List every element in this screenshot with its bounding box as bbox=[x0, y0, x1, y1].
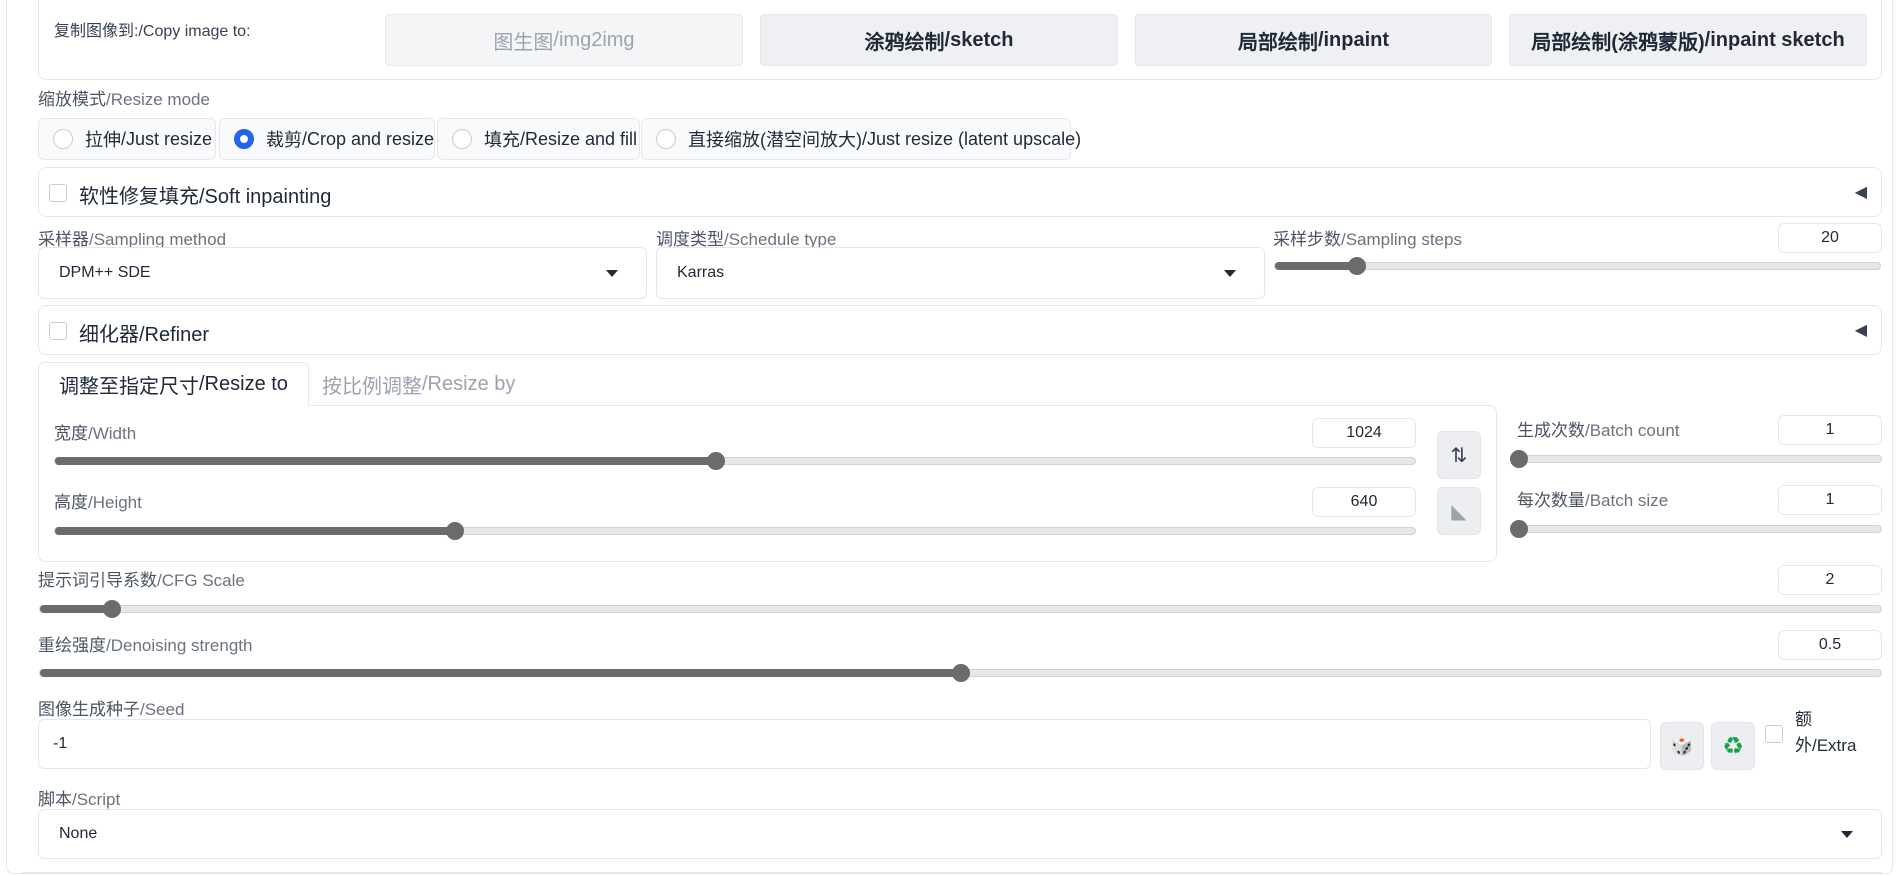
swap-arrows-icon: ⇅ bbox=[1450, 444, 1468, 467]
slider-thumb[interactable] bbox=[102, 600, 121, 618]
denoising-strength-label: 重绘强度/Denoising strength bbox=[38, 636, 253, 655]
slider-thumb[interactable] bbox=[951, 664, 970, 682]
copy-to-img2img-button[interactable]: 图生图/img2img bbox=[385, 14, 743, 66]
schedule-type-dropdown[interactable]: Karras bbox=[656, 247, 1265, 299]
width-slider[interactable] bbox=[54, 452, 1416, 470]
soft-inpainting-checkbox[interactable] bbox=[49, 184, 67, 202]
resize-mode-label: 缩放模式/Resize mode bbox=[38, 90, 210, 109]
sampling-method-dropdown[interactable]: DPM++ SDE bbox=[38, 247, 647, 299]
batch-count-input[interactable]: 1 bbox=[1778, 415, 1882, 445]
height-input[interactable]: 640 bbox=[1312, 487, 1416, 517]
slider-fill bbox=[55, 457, 716, 465]
width-label: 宽度/Width bbox=[54, 424, 137, 443]
copy-to-sketch-button[interactable]: 涂鸦绘制/sketch bbox=[760, 14, 1118, 66]
seed-input[interactable]: -1 bbox=[38, 719, 1651, 769]
slider-thumb[interactable] bbox=[1510, 520, 1528, 538]
radio-button[interactable] bbox=[656, 129, 676, 149]
slider-thumb[interactable] bbox=[1510, 450, 1528, 468]
slider-thumb[interactable] bbox=[1347, 257, 1366, 275]
resize-mode-crop-and-resize[interactable]: 裁剪/Crop and resize bbox=[219, 118, 435, 160]
slider-thumb[interactable] bbox=[706, 452, 725, 470]
sampling-steps-input[interactable]: 20 bbox=[1778, 223, 1882, 253]
cfg-scale-label: 提示词引导系数/CFG Scale bbox=[38, 571, 245, 590]
sampling-steps-label: 采样步数/Sampling steps bbox=[1273, 230, 1462, 249]
script-label: 脚本/Script bbox=[38, 790, 121, 809]
extra-seed-checkbox[interactable] bbox=[1765, 725, 1783, 743]
recycle-icon: ♻ bbox=[1722, 732, 1744, 760]
copy-image-label: 复制图像到:/Copy image to: bbox=[54, 23, 251, 40]
bottom-frame-line bbox=[22, 872, 1882, 873]
triangle-ruler-icon: ◣ bbox=[1451, 500, 1467, 523]
refiner-checkbox[interactable] bbox=[49, 322, 67, 340]
batch-size-slider[interactable] bbox=[1510, 520, 1882, 538]
cfg-scale-input[interactable]: 2 bbox=[1778, 565, 1882, 595]
sampling-steps-slider[interactable] bbox=[1274, 257, 1881, 275]
slider-fill bbox=[40, 605, 112, 613]
batch-count-slider[interactable] bbox=[1510, 450, 1882, 468]
chevron-down-icon bbox=[1841, 831, 1853, 838]
refiner-accordion[interactable]: 细化器/Refiner ◀ bbox=[38, 305, 1882, 355]
extra-seed-label: 额 外/Extra bbox=[1795, 710, 1857, 755]
reuse-seed-button[interactable]: ♻ bbox=[1711, 722, 1755, 770]
height-slider[interactable] bbox=[54, 522, 1416, 540]
radio-button[interactable] bbox=[53, 129, 73, 149]
chevron-down-icon bbox=[606, 270, 618, 277]
aspect-ratio-button[interactable]: ◣ bbox=[1437, 487, 1481, 535]
denoising-strength-input[interactable]: 0.5 bbox=[1778, 630, 1882, 660]
tab-resize-by[interactable]: 按比例调整/Resize by bbox=[302, 362, 535, 406]
collapse-arrow-icon[interactable]: ◀ bbox=[1855, 182, 1867, 202]
resize-tab-panel bbox=[38, 405, 1497, 562]
resize-mode-latent-upscale[interactable]: 直接缩放(潜空间放大)/Just resize (latent upscale) bbox=[641, 118, 1081, 160]
batch-size-input[interactable]: 1 bbox=[1778, 485, 1882, 515]
batch-count-label: 生成次数/Batch count bbox=[1517, 421, 1680, 440]
chevron-down-icon bbox=[1224, 270, 1236, 277]
denoising-strength-slider[interactable] bbox=[39, 664, 1882, 682]
resize-mode-just-resize[interactable]: 拉伸/Just resize bbox=[38, 118, 216, 160]
width-input[interactable]: 1024 bbox=[1312, 418, 1416, 448]
slider-fill bbox=[1275, 262, 1357, 270]
height-label: 高度/Height bbox=[54, 493, 142, 512]
soft-inpainting-label: 软性修复填充/Soft inpainting bbox=[79, 186, 332, 208]
seed-label: 图像生成种子/Seed bbox=[38, 700, 185, 719]
batch-size-label: 每次数量/Batch size bbox=[1517, 491, 1669, 510]
refiner-label: 细化器/Refiner bbox=[79, 324, 210, 346]
copy-to-inpaint-button[interactable]: 局部绘制/inpaint bbox=[1135, 14, 1492, 66]
script-dropdown[interactable]: None bbox=[38, 809, 1882, 859]
soft-inpainting-accordion[interactable]: 软性修复填充/Soft inpainting ◀ bbox=[38, 167, 1882, 217]
resize-mode-resize-and-fill[interactable]: 填充/Resize and fill bbox=[437, 118, 640, 160]
random-seed-button[interactable]: 🎲 bbox=[1660, 722, 1704, 770]
cfg-scale-slider[interactable] bbox=[39, 600, 1882, 618]
collapse-arrow-icon[interactable]: ◀ bbox=[1855, 320, 1867, 340]
radio-button-selected[interactable] bbox=[234, 129, 254, 149]
tab-resize-to[interactable]: 调整至指定尺寸/Resize to bbox=[38, 362, 309, 406]
dice-icon: 🎲 bbox=[1670, 735, 1694, 756]
swap-dimensions-button[interactable]: ⇅ bbox=[1437, 431, 1481, 479]
copy-to-inpaint-sketch-button[interactable]: 局部绘制(涂鸦蒙版)/inpaint sketch bbox=[1509, 14, 1867, 66]
slider-thumb[interactable] bbox=[445, 522, 464, 540]
radio-button[interactable] bbox=[452, 129, 472, 149]
slider-fill bbox=[40, 669, 961, 677]
slider-fill bbox=[55, 527, 455, 535]
